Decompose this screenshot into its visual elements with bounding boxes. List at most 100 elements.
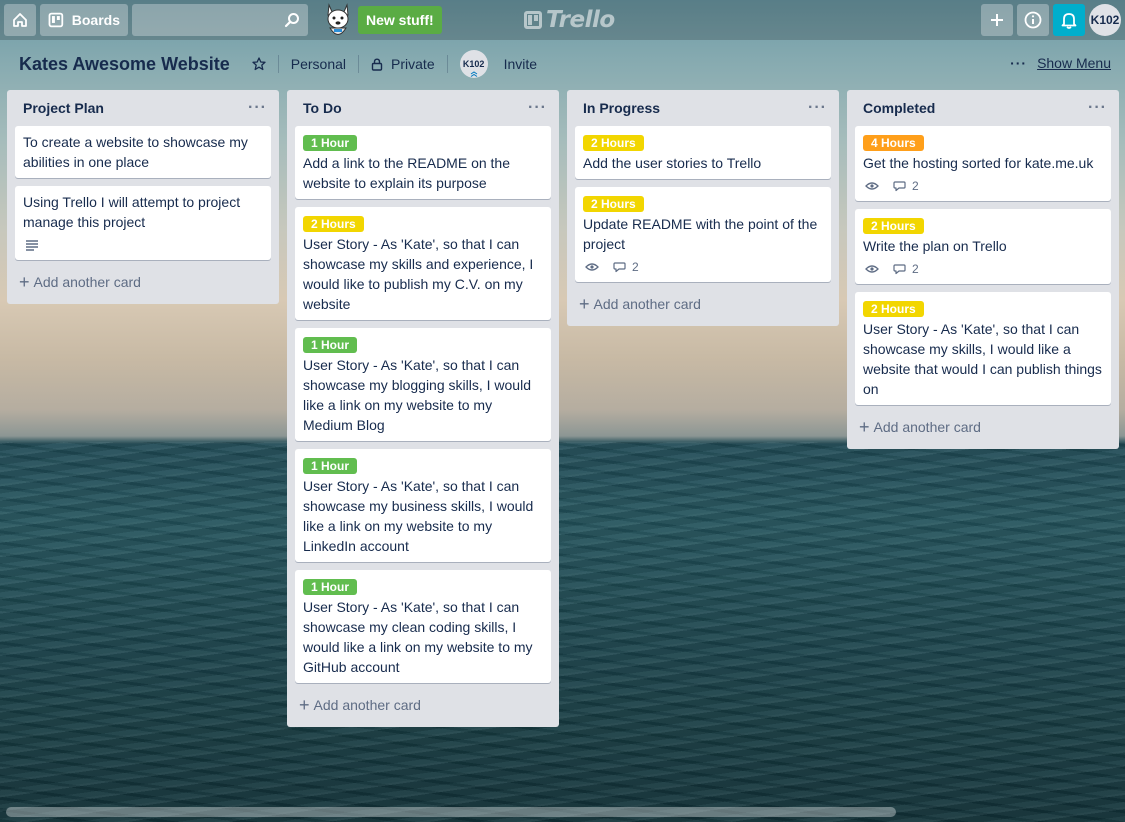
card-label[interactable]: 1 Hour xyxy=(303,458,358,474)
member-initials: K102 xyxy=(462,59,485,69)
card-badges: 2 xyxy=(863,177,1103,195)
create-button[interactable] xyxy=(981,4,1013,36)
card-text: To create a website to showcase my abili… xyxy=(23,134,248,170)
background-sea xyxy=(0,442,1125,822)
header-right: K102 xyxy=(981,4,1121,36)
comments-badge: 2 xyxy=(613,257,639,277)
logo-text: Trello xyxy=(546,7,615,33)
boards-button[interactable]: Boards xyxy=(40,4,128,36)
card-text: Update README with the point of the proj… xyxy=(583,216,818,252)
admin-chevron-icon xyxy=(470,71,477,77)
card[interactable]: 2 Hours User Story - As 'Kate', so that … xyxy=(295,207,551,320)
comments-count: 2 xyxy=(912,179,919,193)
add-card-button[interactable]: + Add another card xyxy=(855,413,1111,441)
list-title[interactable]: Project Plan xyxy=(23,100,104,116)
board-title[interactable]: Kates Awesome Website xyxy=(19,54,230,75)
card-label[interactable]: 2 Hours xyxy=(583,135,644,151)
card-label[interactable]: 2 Hours xyxy=(583,196,644,212)
card-label[interactable]: 4 Hours xyxy=(863,135,924,151)
add-card-button[interactable]: + Add another card xyxy=(295,691,551,719)
bell-icon xyxy=(1061,13,1077,29)
invite-label: Invite xyxy=(503,56,538,72)
card[interactable]: 2 Hours Write the plan on Trello 2 xyxy=(855,209,1111,284)
list-menu-icon[interactable]: ··· xyxy=(1088,100,1111,116)
card-label[interactable]: 2 Hours xyxy=(303,216,364,232)
star-button[interactable] xyxy=(252,57,266,71)
list-in-progress: In Progress ··· 2 Hours Add the user sto… xyxy=(567,90,839,326)
list-title[interactable]: Completed xyxy=(863,100,935,116)
user-avatar[interactable]: K102 xyxy=(1089,4,1121,36)
card-label[interactable]: 2 Hours xyxy=(863,218,924,234)
search-icon xyxy=(284,13,299,28)
mascot-icon[interactable] xyxy=(318,0,358,40)
list-header[interactable]: To Do ··· xyxy=(295,90,551,126)
team-label: Personal xyxy=(290,56,347,72)
member-avatar[interactable]: K102 xyxy=(459,50,488,78)
star-icon xyxy=(252,57,266,71)
plus-icon: + xyxy=(299,695,310,715)
trello-logo[interactable]: Trello xyxy=(524,6,615,34)
more-icon: ··· xyxy=(1010,55,1028,71)
card[interactable]: 2 Hours User Story - As 'Kate', so that … xyxy=(855,292,1111,405)
card-text: Add the user stories to Trello xyxy=(583,155,762,171)
boards-icon xyxy=(48,12,64,28)
lock-icon xyxy=(371,57,383,71)
card[interactable]: 4 Hours Get the hosting sorted for kate.… xyxy=(855,126,1111,201)
card-text: Write the plan on Trello xyxy=(863,238,1007,254)
list-header[interactable]: In Progress ··· xyxy=(575,90,831,126)
description-icon xyxy=(26,240,38,251)
card-text: Get the hosting sorted for kate.me.uk xyxy=(863,155,1094,171)
show-menu-label: Show Menu xyxy=(1037,55,1111,71)
card-text: User Story - As 'Kate', so that I can sh… xyxy=(303,599,533,675)
divider xyxy=(277,55,279,73)
notifications-button[interactable] xyxy=(1053,4,1085,36)
card[interactable]: To create a website to showcase my abili… xyxy=(15,126,271,178)
info-button[interactable] xyxy=(1017,4,1049,36)
list-project-plan: Project Plan ··· To create a website to … xyxy=(7,90,279,304)
card[interactable]: Using Trello I will attempt to project m… xyxy=(15,186,271,260)
card[interactable]: 1 Hour User Story - As 'Kate', so that I… xyxy=(295,328,551,441)
plus-icon: + xyxy=(19,272,30,292)
search-input[interactable] xyxy=(132,4,308,36)
list-menu-icon[interactable]: ··· xyxy=(808,100,831,116)
card[interactable]: 2 Hours Update README with the point of … xyxy=(575,187,831,282)
info-icon xyxy=(1024,11,1042,29)
eye-icon xyxy=(585,263,599,271)
card-label[interactable]: 1 Hour xyxy=(303,135,358,151)
invite-button[interactable]: Invite xyxy=(504,56,537,72)
list-header[interactable]: Completed ··· xyxy=(855,90,1111,126)
card-badges xyxy=(23,236,263,254)
visibility-button[interactable]: Private xyxy=(371,56,435,72)
visibility-label: Private xyxy=(391,56,435,72)
list-title[interactable]: In Progress xyxy=(583,100,660,116)
add-card-button[interactable]: + Add another card xyxy=(15,268,271,296)
divider xyxy=(358,55,360,73)
card-badges: 2 xyxy=(863,260,1103,278)
card[interactable]: 1 Hour Add a link to the README on the w… xyxy=(295,126,551,199)
home-button[interactable] xyxy=(4,4,36,36)
show-menu-button[interactable]: ··· Show Menu xyxy=(1010,55,1111,71)
list-title[interactable]: To Do xyxy=(303,100,342,116)
horizontal-scrollbar[interactable] xyxy=(6,807,896,817)
card[interactable]: 1 Hour User Story - As 'Kate', so that I… xyxy=(295,449,551,562)
card-text: User Story - As 'Kate', so that I can sh… xyxy=(303,236,534,312)
top-header: Boards New stuff! Trello K102 xyxy=(0,0,1125,40)
new-stuff-button[interactable]: New stuff! xyxy=(358,6,442,34)
list-menu-icon[interactable]: ··· xyxy=(528,100,551,116)
plus-icon: + xyxy=(859,417,870,437)
comment-icon xyxy=(893,181,906,192)
plus-icon: + xyxy=(579,294,590,314)
list-menu-icon[interactable]: ··· xyxy=(248,100,271,116)
card[interactable]: 1 Hour User Story - As 'Kate', so that I… xyxy=(295,570,551,683)
card-label[interactable]: 2 Hours xyxy=(863,301,924,317)
list-header[interactable]: Project Plan ··· xyxy=(15,90,271,126)
card-label[interactable]: 1 Hour xyxy=(303,337,358,353)
add-card-label: Add another card xyxy=(313,697,421,713)
card-label[interactable]: 1 Hour xyxy=(303,579,358,595)
card-text: User Story - As 'Kate', so that I can sh… xyxy=(863,321,1102,397)
add-card-button[interactable]: + Add another card xyxy=(575,290,831,318)
comments-count: 2 xyxy=(912,262,919,276)
board-header: Kates Awesome Website Personal Private K… xyxy=(0,44,1125,84)
card[interactable]: 2 Hours Add the user stories to Trello xyxy=(575,126,831,179)
team-button[interactable]: Personal xyxy=(291,56,346,72)
